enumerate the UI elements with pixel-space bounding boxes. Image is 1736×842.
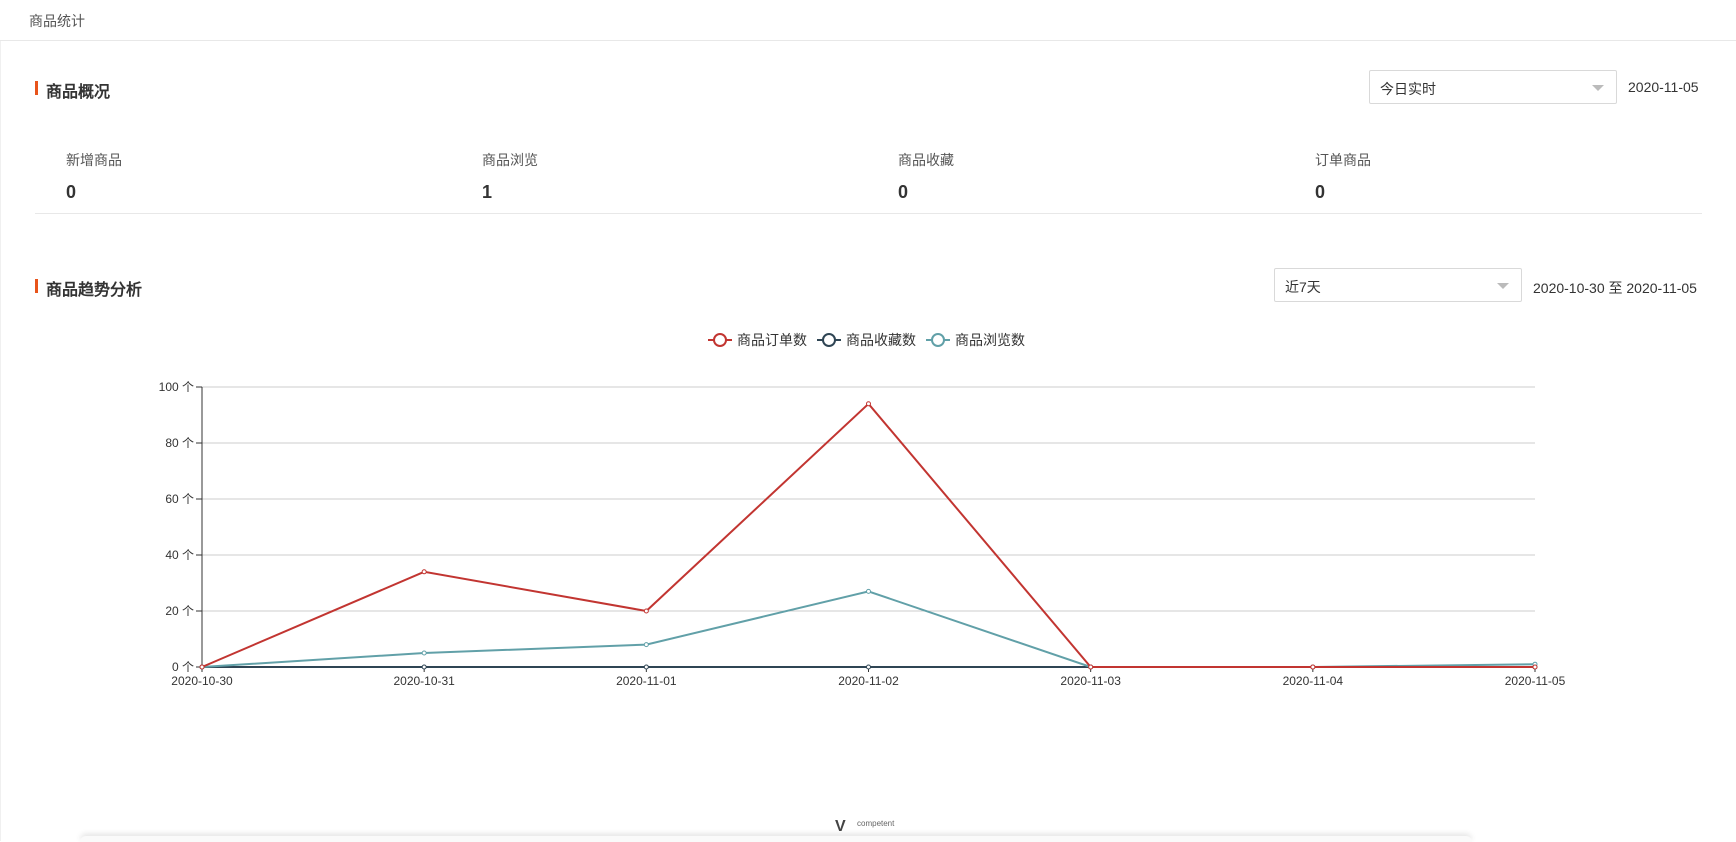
data-point: [866, 588, 871, 594]
x-tick-label: 2020-10-31: [393, 674, 455, 688]
y-tick-label: 60 个: [165, 492, 194, 506]
data-point: [199, 664, 205, 670]
x-tick-label: 2020-10-30: [171, 674, 233, 688]
x-tick-label: 2020-11-01: [616, 674, 677, 688]
x-tick-label: 2020-11-05: [1505, 674, 1566, 688]
series-line-2: [201, 590, 1536, 668]
footer-logo: V competent: [835, 818, 905, 836]
data-point: [1310, 664, 1316, 670]
trend-line-chart: 0 个 20 个 40 个 60 个 80 个 100 个 2020-10-30 2020-1…: [159, 380, 1566, 688]
x-tick-label: 2020-11-03: [1060, 674, 1121, 688]
data-point: [1088, 664, 1094, 670]
footer-panel-edge: [80, 836, 1472, 842]
y-tick-label: 80 个: [165, 436, 194, 450]
logo-text: competent: [857, 819, 895, 828]
data-point: [866, 664, 871, 670]
x-tick-label: 2020-11-04: [1283, 674, 1344, 688]
x-tick-label: 2020-11-02: [838, 674, 899, 688]
data-point: [866, 401, 871, 407]
data-point: [1532, 664, 1538, 670]
y-tick-label: 40 个: [165, 548, 194, 562]
y-tick-label: 100 个: [159, 380, 194, 394]
data-point: [643, 642, 649, 648]
data-point: [643, 608, 649, 614]
data-point: [421, 664, 427, 670]
data-point: [421, 650, 427, 656]
data-point: [643, 664, 649, 670]
y-tick-label: 0 个: [172, 660, 194, 674]
logo-mark-icon: V: [835, 818, 846, 835]
data-point: [421, 569, 427, 575]
y-tick-label: 20 个: [165, 604, 194, 618]
